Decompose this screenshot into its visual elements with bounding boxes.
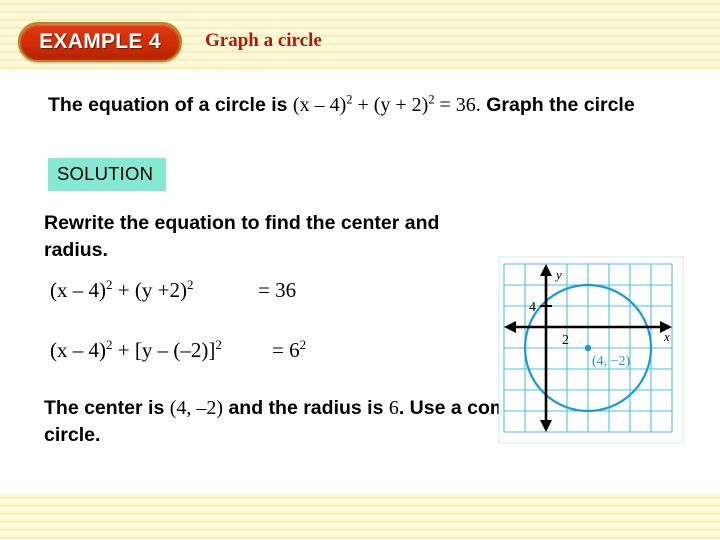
eq1-part-2: + (y +2) [112,278,187,302]
problem-equation: (x – 4)2 + (y + 2)2 = 36. [292,93,481,116]
problem-eq-part-1: (x – 4) [292,94,347,116]
eq2-exponent-2: 2 [215,337,222,352]
graph-y-tick-label: 4 [529,300,536,315]
circle-graph-figure: y x 4 2 (4, −2) [498,256,684,444]
solution-box: SOLUTION [48,158,167,191]
equation-line-2-rhs: = 62 [272,338,306,363]
problem-eq-part-3: = 36. [434,94,481,116]
slide-content: The equation of a circle is (x – 4)2 + (… [0,70,720,494]
eq1-part-1: (x – 4) [50,278,106,302]
graph-center-point [584,344,592,352]
slide-header: EXAMPLE 4 Graph a circle [0,0,720,70]
conclusion-part-2: and the radius is [223,397,389,419]
footer-stripe-band [0,494,720,540]
example-number-badge: EXAMPLE 4 [18,22,182,62]
graph-center-point-label: (4, −2) [592,354,631,369]
circle-graph-svg: y x 4 2 (4, −2) [498,256,684,444]
solution-label: SOLUTION [57,163,154,184]
conclusion-radius-value: 6 [388,397,399,419]
equation-line-1-lhs: (x – 4)2 + (y +2)2 [50,278,193,303]
eq1-exponent-2: 2 [186,277,194,292]
problem-lead: The equation of a circle is [48,94,293,116]
equation-line-1-rhs: = 36 [258,278,297,302]
problem-trail: Graph the circle [480,94,635,116]
page-title: Graph a circle [205,30,322,51]
eq2-part-2: + [y – (–2)] [112,338,216,362]
graph-y-axis-label: y [554,267,562,282]
graph-x-axis-label: x [663,329,670,344]
eq2-part-1: (x – 4) [50,338,106,362]
example-badge-label: EXAMPLE 4 [39,30,161,53]
equation-line-2-lhs: (x – 4)2 + [y – (–2)]2 [50,338,222,363]
graph-x-tick-label: 2 [562,333,569,348]
eq2-rhs-value: = 6 [272,338,300,362]
problem-eq-part-2: + (y + 2) [352,94,429,116]
eq2-rhs-exponent: 2 [299,337,307,352]
conclusion-part-1: The center is [44,397,170,419]
conclusion-center-value: (4, –2) [169,397,224,419]
rewrite-instruction: Rewrite the equation to find the center … [44,212,440,261]
problem-statement: The equation of a circle is (x – 4)2 + (… [48,92,674,118]
